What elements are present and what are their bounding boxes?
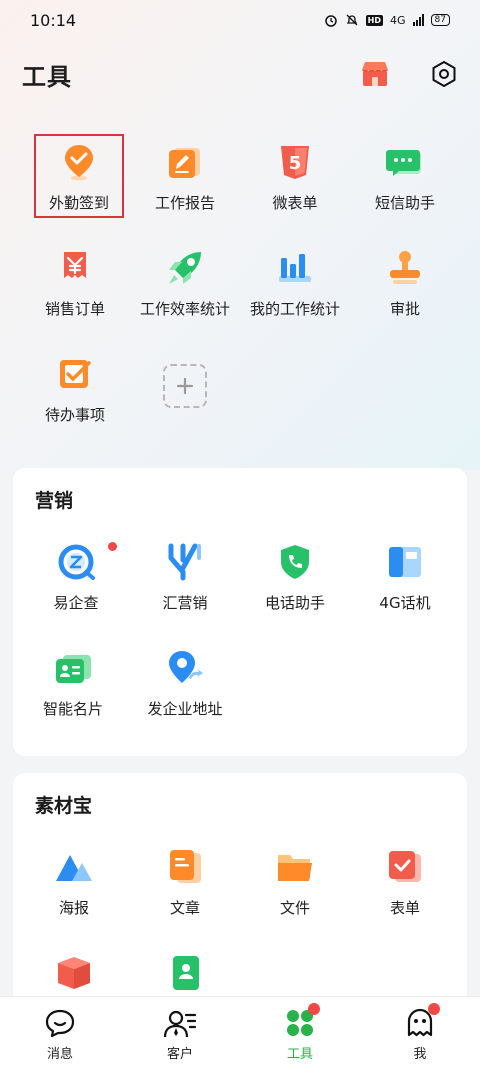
tool-my-work-stats[interactable]: 我的工作统计 xyxy=(240,240,350,330)
page-title: 工具 xyxy=(22,62,72,91)
bottom-nav: 消息 客户 工具 我 xyxy=(0,996,480,1067)
sms-chat-icon xyxy=(386,150,421,176)
bar-chart-icon xyxy=(279,254,311,282)
tool-label: 待办事项 xyxy=(44,406,105,424)
customer-list-icon xyxy=(163,1010,197,1038)
tool-label: 我的工作统计 xyxy=(249,300,340,318)
material-item-form[interactable]: 表单 xyxy=(350,839,460,929)
status-time: 10:14 xyxy=(30,10,77,30)
material-label: 海报 xyxy=(58,899,89,917)
marketing-item-smart-card[interactable]: 智能名片 xyxy=(18,640,128,730)
tool-micro-form[interactable]: 5 微表单 xyxy=(240,134,350,224)
todo-check-icon xyxy=(60,360,91,388)
material-item-file[interactable]: 文件 xyxy=(240,839,350,929)
add-tool-button[interactable] xyxy=(130,346,240,436)
tool-label: 微表单 xyxy=(272,194,318,212)
nav-label: 我 xyxy=(413,1047,427,1062)
form-check-icon xyxy=(389,851,421,882)
marketing-card: 营销 易企查 汇营销 电话助手 4G话机 智能名片 发企业地址 xyxy=(13,468,467,756)
mute-bell-icon xyxy=(346,14,358,26)
marketing-item-hui-marketing[interactable]: 汇营销 xyxy=(130,534,240,624)
marketing-label: 发企业地址 xyxy=(147,700,223,718)
marketing-item-4g-phone[interactable]: 4G话机 xyxy=(350,534,460,624)
tool-label: 工作效率统计 xyxy=(139,300,230,318)
search-company-icon xyxy=(58,544,95,580)
nav-me[interactable]: 我 xyxy=(360,997,480,1067)
marketing-label: 易企查 xyxy=(53,594,99,612)
marketing-label: 4G话机 xyxy=(379,594,431,612)
marketing-item-company-search[interactable]: 易企查 xyxy=(21,534,131,624)
tool-label: 销售订单 xyxy=(44,300,105,318)
alarm-icon xyxy=(324,15,337,27)
notification-dot xyxy=(108,542,117,551)
tool-label: 工作报告 xyxy=(154,194,215,212)
article-doc-icon xyxy=(170,850,201,883)
tool-work-report[interactable]: 工作报告 xyxy=(130,134,240,224)
marketing-item-phone-assistant[interactable]: 电话助手 xyxy=(240,534,350,624)
nav-customers[interactable]: 客户 xyxy=(120,997,240,1067)
poster-mountain-icon xyxy=(56,855,92,881)
section-title: 营销 xyxy=(35,490,74,512)
network-type: 4G xyxy=(390,13,406,27)
selection-highlight xyxy=(34,134,124,218)
tool-label: 审批 xyxy=(389,300,420,318)
svg-text:5: 5 xyxy=(289,153,302,174)
status-icons: HD 4G 87 xyxy=(324,13,450,27)
store-icon[interactable] xyxy=(360,59,390,89)
marketing-item-send-address[interactable]: 发企业地址 xyxy=(130,640,240,730)
yuan-receipt-icon xyxy=(64,252,86,278)
materials-card: 素材宝 海报 文章 文件 表单 xyxy=(13,773,467,1033)
nav-tools[interactable]: 工具 xyxy=(240,997,360,1067)
section-title: 素材宝 xyxy=(35,795,93,817)
folder-icon xyxy=(278,855,312,881)
hd-icon: HD xyxy=(365,14,384,26)
tool-todo[interactable]: 待办事项 xyxy=(20,346,130,436)
tool-approval[interactable]: 审批 xyxy=(350,240,460,330)
settings-hexagon-icon[interactable] xyxy=(430,60,458,88)
message-bubble-icon xyxy=(45,1009,75,1038)
material-label: 文章 xyxy=(169,899,200,917)
nav-label: 客户 xyxy=(166,1047,193,1062)
nav-messages[interactable]: 消息 xyxy=(0,997,120,1067)
nav-label: 工具 xyxy=(286,1047,313,1062)
rocket-icon xyxy=(169,252,201,284)
material-label: 文件 xyxy=(279,899,310,917)
tool-label: 短信助手 xyxy=(374,194,435,212)
funnel-marketing-icon xyxy=(168,543,201,581)
stamp-icon xyxy=(390,251,420,284)
marketing-label: 汇营销 xyxy=(162,594,208,612)
business-card-icon xyxy=(56,655,91,683)
contact-card-icon xyxy=(173,956,199,990)
phone-shield-icon xyxy=(281,545,309,579)
page-header: 工具 xyxy=(0,50,480,98)
signal-icon xyxy=(412,14,424,26)
marketing-label: 电话助手 xyxy=(264,594,325,612)
material-item-poster[interactable]: 海报 xyxy=(19,839,129,929)
report-pen-icon xyxy=(169,148,200,178)
material-item-article[interactable]: 文章 xyxy=(130,839,240,929)
status-bar: 10:14 HD 4G 87 xyxy=(0,0,480,40)
handset-device-icon xyxy=(389,547,421,577)
html5-form-icon: 5 xyxy=(281,146,309,179)
box-icon xyxy=(58,957,90,989)
marketing-label: 智能名片 xyxy=(42,700,103,718)
add-icon xyxy=(176,377,194,395)
tool-work-efficiency[interactable]: 工作效率统计 xyxy=(130,240,240,330)
notification-dot xyxy=(428,1003,440,1015)
tool-sms-assistant[interactable]: 短信助手 xyxy=(350,134,460,224)
battery-indicator: 87 xyxy=(430,14,450,26)
location-share-icon xyxy=(169,651,203,683)
material-label: 表单 xyxy=(389,899,420,917)
nav-label: 消息 xyxy=(46,1047,73,1062)
notification-dot xyxy=(308,1003,320,1015)
tool-sales-order[interactable]: 销售订单 xyxy=(20,240,130,330)
